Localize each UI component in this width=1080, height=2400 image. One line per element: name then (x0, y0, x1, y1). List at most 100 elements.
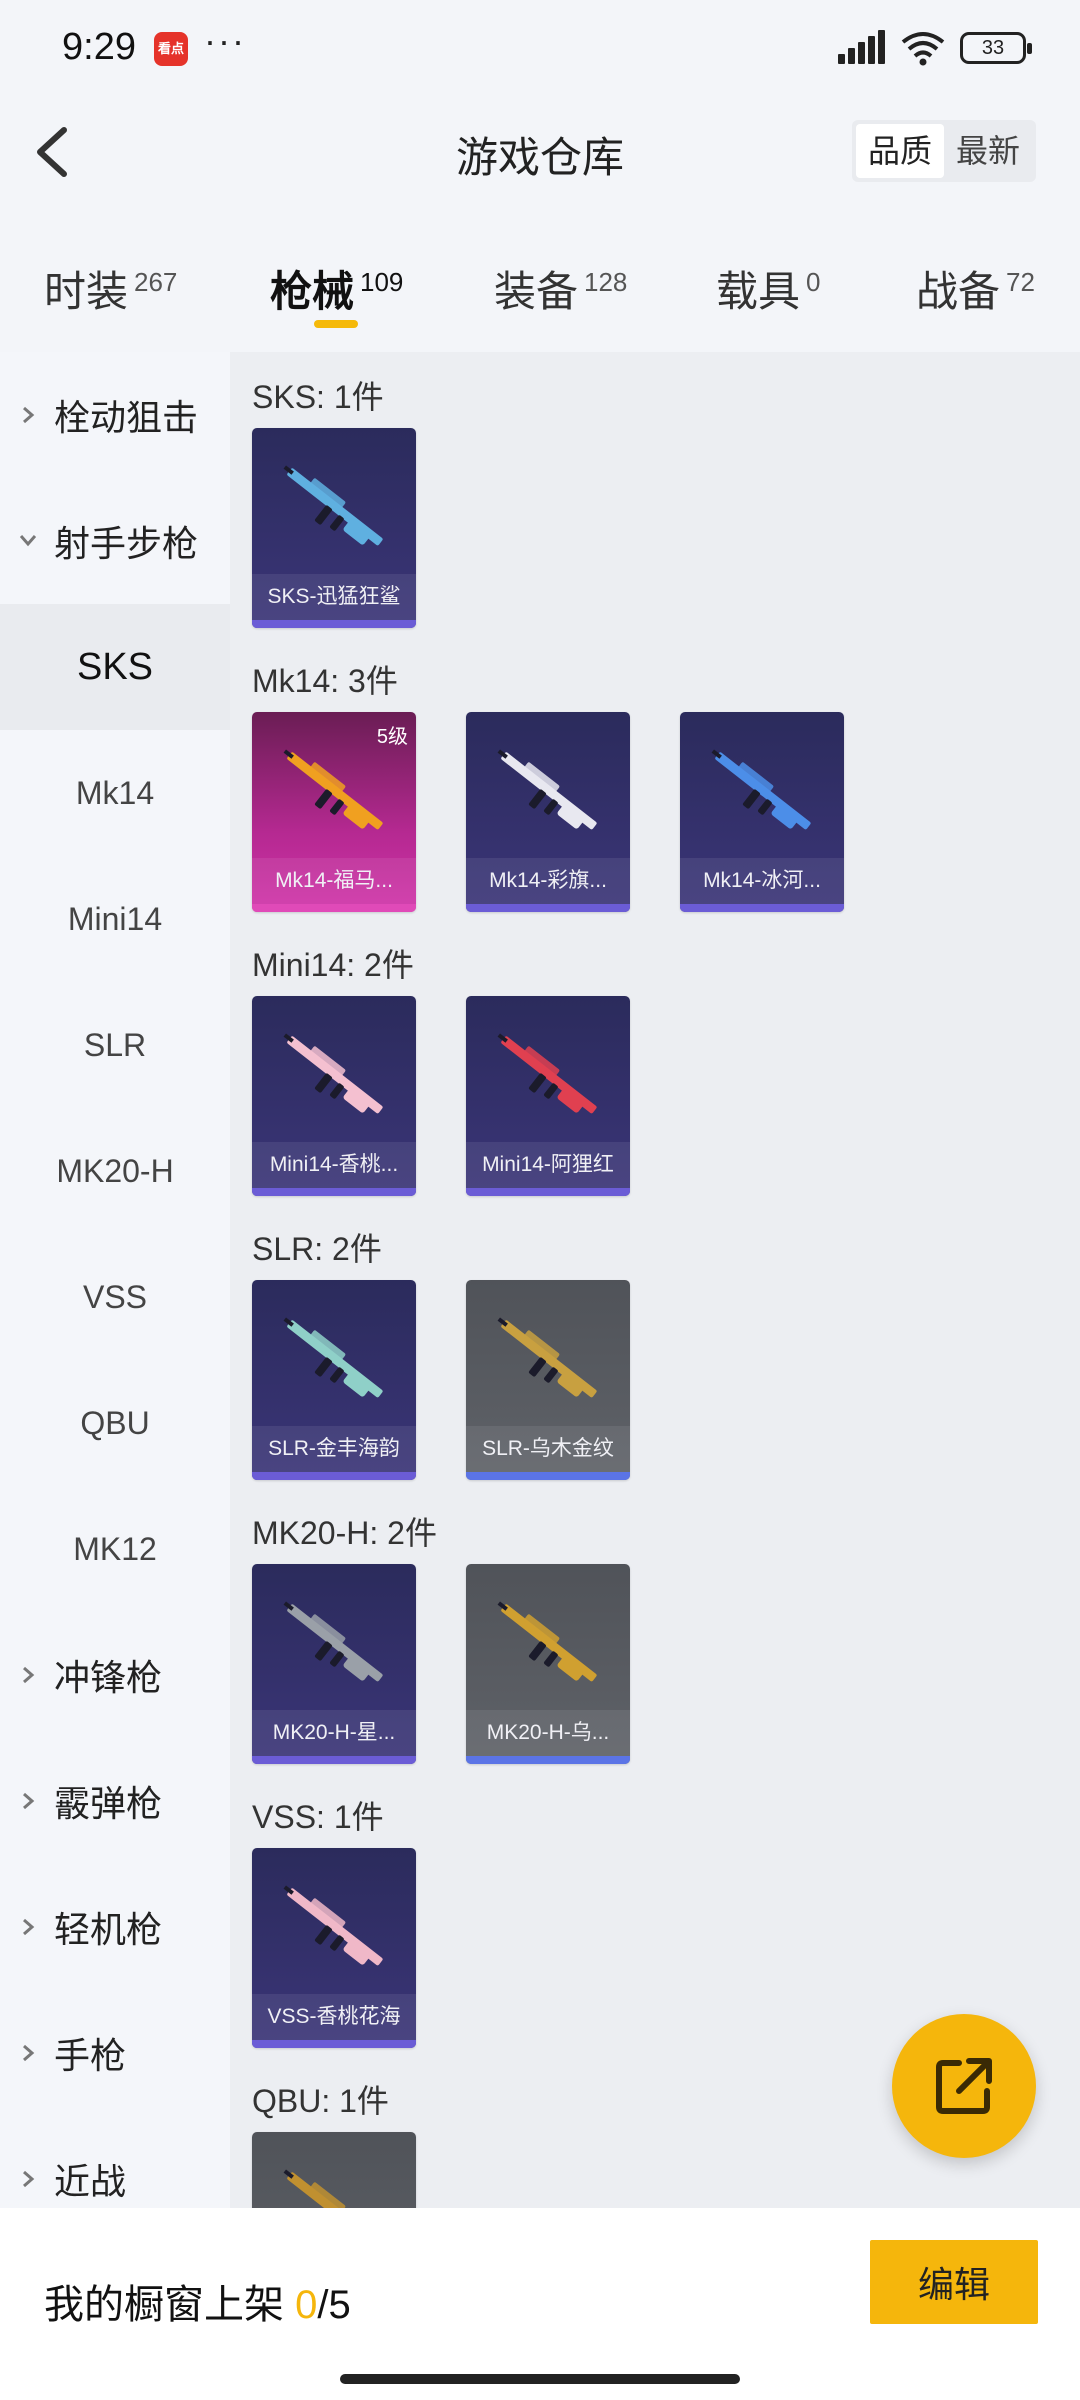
weapon-skin-name: Mini14-阿狸红 (466, 1142, 630, 1188)
showcase-total: /5 (317, 2283, 351, 2327)
sidebar-item[interactable]: 近战 (0, 2116, 230, 2208)
sidebar-item-label: 近战 (54, 2161, 127, 2202)
weapon-skin-card[interactable]: Mini14-香桃... (252, 996, 416, 1196)
rifle-icon (497, 1033, 597, 1114)
sidebar-item-label: 霰弹枪 (54, 1783, 163, 1824)
weapon-skin-card[interactable]: VSS-香桃花海 (252, 1848, 416, 2048)
sidebar-item[interactable]: MK12 (0, 1486, 230, 1612)
tab-count: 0 (806, 267, 821, 297)
sidebar-item[interactable]: 霰弹枪 (0, 1738, 230, 1864)
weapon-skin-card[interactable]: SLR-金丰海韵 (252, 1280, 416, 1480)
chevron-right-icon (23, 1666, 35, 1684)
sort-toggle: 品质 最新 (851, 120, 1036, 182)
rarity-bar (252, 1756, 416, 1764)
home-indicator[interactable] (340, 2374, 740, 2384)
weapon-skin-card[interactable]: Mini14-阿狸红 (466, 996, 630, 1196)
weapon-skin-name: Mini14-香桃... (252, 1142, 416, 1188)
sidebar-item[interactable]: QBU (0, 1360, 230, 1486)
rifle-icon (711, 749, 811, 830)
sidebar-item[interactable]: VSS (0, 1234, 230, 1360)
section-title: Mk14: 3件 (252, 663, 398, 699)
rarity-bar (466, 904, 630, 912)
sidebar-item[interactable]: 轻机枪 (0, 1864, 230, 1990)
weapon-skin-card[interactable]: Mk14-彩旗... (466, 712, 630, 912)
sidebar-item-label: MK12 (73, 1530, 157, 1567)
sidebar-item[interactable]: Mini14 (0, 856, 230, 982)
weapon-skin-card[interactable]: SLR-乌木金纹 (466, 1280, 630, 1480)
sidebar-item[interactable]: MK20-H (0, 1108, 230, 1234)
sidebar-item[interactable]: 冲锋枪 (0, 1612, 230, 1738)
sidebar-item[interactable]: Mk14 (0, 730, 230, 856)
sidebar-item-label: Mk14 (75, 774, 155, 811)
rifle-icon (497, 749, 597, 830)
showcase-bar: 我的橱窗上架 0/5 编辑 (0, 2208, 1080, 2400)
rifle-icon (283, 1885, 383, 1966)
sidebar-item-label: 轻机枪 (54, 1909, 163, 1950)
status-bar: 9:29 看点 ··· 33 (0, 0, 1080, 96)
sidebar-item-label: 冲锋枪 (54, 1657, 163, 1698)
tab-equipment[interactable]: 装备 128 (494, 258, 627, 319)
rarity-bar (252, 1188, 416, 1196)
tab-vehicles[interactable]: 载具 0 (716, 258, 820, 319)
wifi-icon (901, 32, 945, 66)
share-button[interactable] (892, 2014, 1036, 2158)
weapon-skin-name: SLR-金丰海韵 (252, 1426, 416, 1472)
sidebar-item[interactable]: 栓动狙击 (0, 352, 230, 478)
chevron-right-icon (23, 2044, 35, 2062)
more-notifications-icon: ··· (204, 20, 246, 61)
showcase-label: 我的橱窗上架 (44, 2283, 296, 2327)
sidebar-item-label: SKS (76, 645, 154, 688)
tab-label: 载具 (716, 268, 801, 315)
section-title: Mini14: 2件 (252, 947, 414, 983)
chevron-right-icon (23, 1792, 35, 1810)
tab-fashion[interactable]: 时装 267 (44, 258, 177, 319)
battery-icon: 33 (960, 32, 1032, 64)
sidebar-item[interactable]: 手枪 (0, 1990, 230, 2116)
rifle-icon (497, 1317, 597, 1398)
section-title: QBU: 1件 (252, 2083, 389, 2119)
section-title: SLR: 2件 (252, 1231, 382, 1267)
sort-by-newest-button[interactable]: 最新 (944, 124, 1032, 178)
edit-button[interactable]: 编辑 (870, 2240, 1038, 2324)
sidebar-item-label: MK20-H (56, 1152, 174, 1189)
weapon-skin-name: Mk14-福马... (252, 858, 416, 904)
rifle-icon (283, 1601, 383, 1682)
chevron-right-icon (23, 406, 35, 424)
tab-supplies[interactable]: 战备 72 (916, 258, 1035, 319)
rarity-bar (466, 1188, 630, 1196)
tab-weapons[interactable]: 枪械 109 (270, 258, 403, 319)
rarity-bar (252, 2040, 416, 2048)
chevron-right-icon (23, 1918, 35, 1936)
weapon-skin-card[interactable]: SKS-迅猛狂鲨 (252, 428, 416, 628)
sidebar-item[interactable]: SKS (0, 604, 230, 730)
sort-by-quality-button[interactable]: 品质 (855, 124, 944, 178)
sidebar-item[interactable]: 射手步枪 (0, 478, 230, 604)
signal-icon (838, 30, 886, 66)
rarity-bar (252, 1472, 416, 1480)
weapon-skin-name: SLR-乌木金纹 (466, 1426, 630, 1472)
weapon-skin-card[interactable]: MK20-H-乌... (466, 1564, 630, 1764)
weapon-skin-card[interactable]: MK20-H-星... (252, 1564, 416, 1764)
sidebar-item[interactable]: SLR (0, 982, 230, 1108)
sidebar-item-label: 栓动狙击 (54, 397, 199, 438)
sidebar-item-label: QBU (80, 1404, 150, 1441)
showcase-count: 0 (295, 2283, 318, 2327)
weapon-skin-card[interactable]: Mk14-冰河... (680, 712, 844, 912)
chevron-right-icon (23, 2170, 35, 2188)
rarity-bar (466, 1756, 630, 1764)
weapon-skin-card[interactable]: 5级 Mk14-福马... (252, 712, 416, 912)
tab-count: 72 (1006, 267, 1035, 297)
rarity-bar (252, 904, 416, 912)
level-badge: 5级 (376, 726, 408, 748)
rifle-icon (283, 2169, 383, 2208)
sidebar-item-label: Mini14 (67, 900, 163, 937)
share-icon (936, 2058, 992, 2114)
weapon-list: SKS: 1件 SKS-迅猛狂鲨 Mk14: 3件 5级 Mk14-福马... Mk14-… (230, 352, 1080, 2208)
weapon-skin-card[interactable] (252, 2132, 416, 2208)
tab-count: 267 (134, 267, 178, 297)
rifle-icon (283, 1033, 383, 1114)
tab-label: 装备 (494, 268, 579, 315)
weapon-skin-name: Mk14-彩旗... (466, 858, 630, 904)
sidebar-item-label: VSS (82, 1278, 148, 1315)
tab-count: 128 (584, 267, 628, 297)
